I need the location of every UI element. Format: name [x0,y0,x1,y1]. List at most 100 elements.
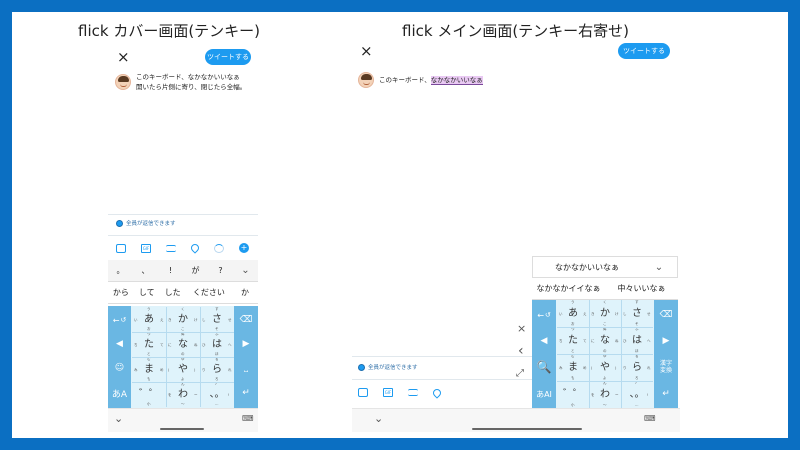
home-indicator[interactable] [160,428,204,430]
kana-key[interactable]: たつちてと [557,327,589,354]
keyboard-icon[interactable]: ⌨ [644,414,656,423]
kana-key-flick-l: ち [559,338,563,343]
emoji-key[interactable]: ☺ [110,358,129,378]
prediction-item[interactable]: か [232,287,258,298]
kana-key-flick-l: み [134,367,138,372]
kana-key[interactable]: ゛゜小 [557,381,589,408]
tweet-line-2[interactable]: 開いたら片側に寄り、閉じたら全幅。 [136,82,246,92]
tweet-text[interactable]: このキーボード、なかなかいいなぁ [379,75,483,85]
divider [352,379,532,380]
list-icon[interactable] [408,389,418,396]
candidate-item[interactable]: なかなかイイなぁ [532,283,605,294]
nav-bar: ⌄ ⌨ [352,408,680,432]
kana-key-flick-l: に [168,342,172,347]
kana-key[interactable]: さすしせそ [200,307,234,332]
kana-key[interactable]: はふひへほ [621,327,653,354]
kana-key[interactable]: あういえお [132,307,166,332]
punct-key[interactable]: 。 [108,265,133,276]
globe-icon [358,363,365,371]
arrow-right-key[interactable]: ▶ [656,330,676,352]
kana-key-flick-l: き [591,311,595,316]
title-right: flick メイン画面(テンキー右寄せ) [402,22,630,40]
kana-key[interactable]: さすしせそ [621,300,653,327]
prediction-item[interactable]: から [108,287,134,298]
arrow-left-key[interactable]: ◀ [534,330,554,352]
globe-icon [116,219,123,227]
gif-icon[interactable]: GIF [141,243,151,253]
kana-key-flick-t: く [181,307,185,311]
close-icon[interactable]: × [117,50,130,65]
tweet-button[interactable]: ツイートする [205,49,251,65]
kana-key[interactable]: 、。?!… [200,382,234,407]
image-icon[interactable] [116,243,126,253]
kana-key[interactable]: わんをー〜 [166,382,200,407]
image-icon[interactable] [358,388,368,397]
cursor-left-icon[interactable]: ← ↺ [110,310,129,330]
kana-key[interactable]: あういえお [557,300,589,327]
kana-key[interactable]: らるりれろ [200,357,234,382]
reply-setting[interactable]: 全員が返信できます [116,219,176,227]
kana-key[interactable]: 、。?!… [621,381,653,408]
kana-key-flick-r: せ [647,311,651,316]
chevron-down-icon[interactable]: ⌄ [233,265,258,276]
candidate-item[interactable]: なかなかいいなぁ [533,262,641,273]
flick-keyboard-right: ← ↺ ◀ 🔍 あAI ⌫ ▶ 漢字 変換 ↵ あういえおかくきけこさすしせそたつ… [532,300,678,408]
chevron-down-icon[interactable]: ⌄ [114,412,123,425]
kana-key[interactable]: かくきけこ [589,300,621,327]
kana-key-flick-r: ! [647,392,649,397]
tweet-line-1[interactable]: このキーボード、なかなかいいなぁ [136,72,240,82]
gif-icon[interactable]: GIF [383,388,393,397]
enter-key[interactable]: ↵ [656,382,676,406]
list-icon[interactable] [166,244,176,252]
backspace-icon[interactable]: ⌫ [656,304,676,326]
location-icon[interactable] [189,242,201,254]
tweet-button[interactable]: ツイートする [618,43,670,59]
backspace-icon[interactable]: ⌫ [236,310,256,330]
punct-key[interactable]: が [183,265,208,276]
space-key[interactable]: ⎵ [236,358,256,378]
kana-key[interactable]: かくきけこ [166,307,200,332]
chevron-down-icon[interactable]: ⌄ [641,262,677,273]
kana-key[interactable]: まむみめも [557,354,589,381]
kana-key-flick-r: け [615,311,619,316]
kana-key[interactable]: たつちてと [132,332,166,357]
arrow-right-key[interactable]: ▶ [236,334,256,354]
resize-icon[interactable]: ⤢ [516,368,524,379]
plus-icon[interactable]: + [239,243,249,253]
kana-key-flick-b: 〜 [181,402,185,406]
input-mode-key[interactable]: あAI [534,382,554,406]
kana-key-flick-t: う [147,307,151,311]
kana-key[interactable]: なぬにねの [589,327,621,354]
search-icon[interactable]: 🔍 [534,356,554,378]
home-indicator[interactable] [472,428,582,430]
candidate-item[interactable]: 中々いいなぁ [605,283,678,294]
kana-key[interactable]: やゆ() よ [589,354,621,381]
enter-key[interactable]: ↵ [236,382,256,404]
arrow-left-key[interactable]: ◀ [110,334,129,354]
punct-key[interactable]: ! [158,266,183,275]
chevron-down-icon[interactable]: ⌄ [374,412,383,425]
kana-key[interactable]: なぬにねの [166,332,200,357]
kana-key-flick-r: へ [647,338,651,343]
kana-key[interactable]: まむみめも [132,357,166,382]
kana-key[interactable]: ゛゜小 [132,382,166,407]
kana-key-flick-l: ち [134,342,138,347]
prediction-item[interactable]: した [160,287,186,298]
prediction-item[interactable]: ください [186,287,233,298]
close-icon[interactable]: × [360,44,373,59]
kana-key[interactable]: らるりれろ [621,354,653,381]
reply-setting[interactable]: 全員が返信できます [358,363,418,371]
close-icon[interactable]: × [517,322,526,335]
keyboard-icon[interactable]: ⌨ [242,414,254,423]
cursor-left-icon[interactable]: ← ↺ [534,304,554,326]
punct-key[interactable]: 、 [133,265,158,276]
kana-key[interactable]: はふひへほ [200,332,234,357]
location-icon[interactable] [431,386,443,399]
punct-key[interactable]: ? [208,266,233,275]
kanji-convert-key[interactable]: 漢字 変換 [656,356,676,378]
kana-key[interactable]: やゆ() よ [166,357,200,382]
input-mode-key[interactable]: あA [110,382,129,404]
prediction-item[interactable]: して [134,287,160,298]
kana-key[interactable]: わんをー〜 [589,381,621,408]
kana-key-flick-l: ひ [202,342,206,347]
